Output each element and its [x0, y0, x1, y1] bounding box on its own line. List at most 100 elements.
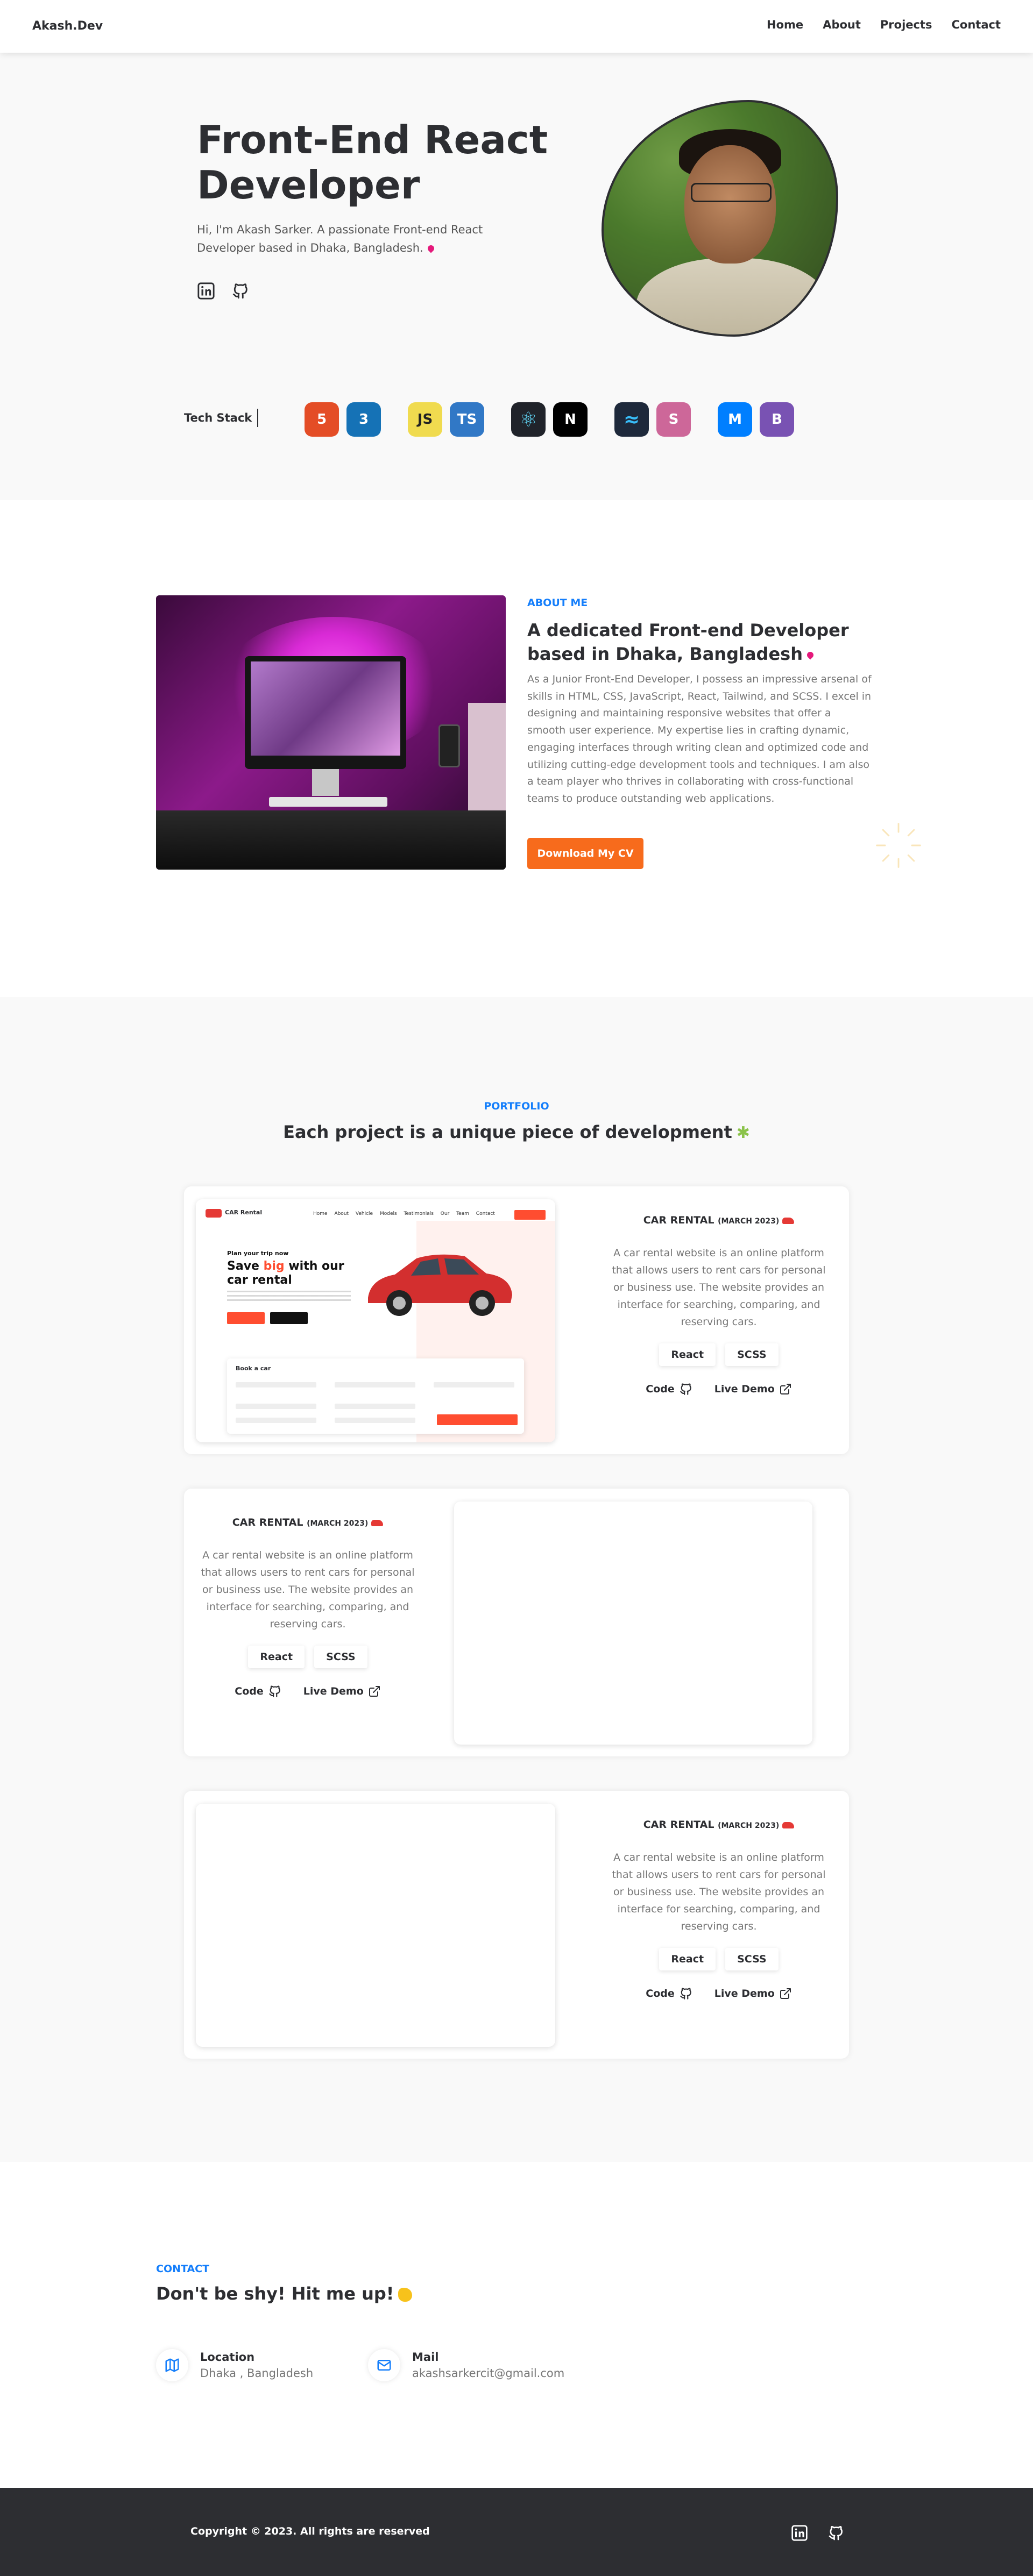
location-value: Dhaka , Bangladesh [200, 2367, 314, 2380]
project-links: Code Live Demo [606, 1382, 832, 1396]
project-screenshot[interactable] [454, 1502, 812, 1745]
hero-intro: Hi, I'm Akash Sarker. A passionate Front… [197, 220, 509, 257]
contact-title: Don't be shy! Hit me up! [156, 2283, 413, 2304]
code-link[interactable]: Code [235, 1684, 281, 1698]
react-icon: ⚛ [511, 402, 546, 437]
hero-section: Front-End React Developer Hi, I'm Akash … [0, 53, 1033, 500]
contact-location: Location Dhaka , Bangladesh [156, 2349, 313, 2381]
tech-stack-icons: 5 3 JS TS ⚛ N ≈ S M B [305, 402, 821, 437]
project-title-text: CAR RENTAL [232, 1517, 303, 1528]
hero-intro-text: Hi, I'm Akash Sarker. A passionate Front… [197, 223, 483, 254]
car-icon [782, 1821, 795, 1828]
portfolio-title: Each project is a unique piece of develo… [0, 1122, 1033, 1142]
footer: Copyright © 2023. All rights are reserve… [0, 2488, 1033, 2576]
nextjs-icon: N [553, 402, 588, 437]
project-title-text: CAR RENTAL [643, 1819, 714, 1831]
stack-chip: SCSS [314, 1646, 367, 1668]
sass-icon: S [656, 402, 691, 437]
project-description: A car rental website is an online platfo… [612, 1247, 826, 1328]
tech-stack-divider [257, 409, 258, 427]
pin-icon [426, 244, 436, 253]
github-icon[interactable] [827, 2524, 845, 2542]
mui-icon: M [718, 402, 752, 437]
external-link-icon [780, 1988, 791, 1999]
github-icon [680, 1383, 691, 1395]
project-info: CAR RENTAL (MARCH 2023) A car rental web… [606, 1819, 832, 2001]
project-info: CAR RENTAL (MARCH 2023) A car rental web… [195, 1517, 421, 1698]
map-icon [156, 2349, 188, 2381]
project-screenshot[interactable]: CAR Rental Home About Vehicle Models Tes… [196, 1199, 555, 1442]
contact-eyebrow: CONTACT [156, 2263, 210, 2275]
car-icon [782, 1217, 795, 1224]
live-demo-label: Live Demo [303, 1685, 364, 1697]
project-card: CAR RENTAL (MARCH 2023) A car rental web… [184, 1791, 849, 2059]
live-demo-link[interactable]: Live Demo [303, 1684, 381, 1698]
red-car-illustration-icon [368, 1254, 512, 1316]
project-links: Code Live Demo [606, 1987, 832, 2001]
live-demo-link[interactable]: Live Demo [714, 1382, 792, 1396]
linkedin-icon[interactable] [197, 282, 215, 300]
tailwind-icon: ≈ [614, 402, 649, 437]
code-link-label: Code [646, 1988, 675, 1999]
mockup-navbar: CAR Rental Home About Vehicle Models Tes… [206, 1209, 546, 1224]
profile-photo [602, 100, 838, 337]
nav-link-home[interactable]: Home [767, 18, 803, 31]
sunburst-decoration-icon [876, 823, 921, 868]
mockup-headline: Save big with our car rental [227, 1259, 362, 1287]
portfolio-section: PORTFOLIO Each project is a unique piece… [0, 997, 1033, 2162]
avatar [602, 100, 838, 337]
nav-link-projects[interactable]: Projects [880, 18, 932, 31]
javascript-icon: JS [408, 402, 442, 437]
css3-icon: 3 [346, 402, 381, 437]
mockup-signup-button [514, 1210, 546, 1220]
project-links: Code Live Demo [195, 1684, 421, 1698]
pin-icon [805, 650, 815, 660]
hero-title: Front-End React Developer [197, 117, 574, 208]
project-stack: React SCSS [606, 1343, 832, 1366]
brand-logo[interactable]: Akash.Dev [32, 19, 103, 33]
project-card: CAR RENTAL (MARCH 2023) A car rental web… [184, 1489, 849, 1756]
mockup-menu: Home About Vehicle Models Testimonials O… [313, 1211, 495, 1216]
code-link[interactable]: Code [646, 1382, 692, 1396]
code-link-label: Code [235, 1685, 264, 1697]
github-icon [268, 1685, 280, 1697]
stack-chip: React [659, 1948, 716, 1970]
github-icon[interactable] [231, 282, 250, 300]
typescript-icon: TS [450, 402, 484, 437]
linkedin-icon[interactable] [791, 2524, 808, 2542]
live-demo-link[interactable]: Live Demo [714, 1987, 792, 2001]
about-text: As a Junior Front-End Developer, I posse… [527, 673, 872, 805]
download-cv-button[interactable]: Download My CV [527, 838, 643, 869]
hero-social-links [197, 282, 250, 300]
live-demo-label: Live Demo [714, 1383, 775, 1395]
mail-value[interactable]: akashsarkercit@gmail.com [412, 2367, 564, 2380]
copyright-text: Copyright © 2023. All rights are reserve… [190, 2525, 430, 2537]
project-stack: React SCSS [606, 1948, 832, 1970]
about-title-text: A dedicated Front-end Developer based in… [527, 620, 849, 664]
live-demo-label: Live Demo [714, 1988, 775, 1999]
car-icon [371, 1519, 384, 1526]
external-link-icon [369, 1686, 380, 1697]
tech-group: M B [718, 402, 794, 437]
mockup-brand: CAR Rental [225, 1209, 263, 1216]
code-link-label: Code [646, 1383, 675, 1395]
code-link[interactable]: Code [646, 1987, 692, 2001]
mockup-headline-pre: Save [227, 1259, 264, 1273]
mail-label: Mail [412, 2351, 439, 2364]
nav-link-about[interactable]: About [823, 18, 861, 31]
github-icon [680, 1988, 691, 1999]
location-label: Location [200, 2351, 255, 2364]
nav-link-contact[interactable]: Contact [952, 18, 1001, 31]
mockup-booking-title: Book a car [236, 1365, 271, 1372]
html5-icon: 5 [305, 402, 339, 437]
contact-title-text: Don't be shy! Hit me up! [156, 2283, 394, 2304]
top-navbar: Akash.Dev Home About Projects Contact [0, 0, 1033, 53]
project-screenshot[interactable] [196, 1804, 555, 2047]
stack-chip: React [248, 1646, 305, 1668]
project-description: A car rental website is an online platfo… [201, 1549, 415, 1630]
project-title-text: CAR RENTAL [643, 1214, 714, 1226]
mockup-headline-accent: big [263, 1259, 285, 1273]
nav-links: Home About Projects Contact [767, 18, 1001, 31]
portfolio-eyebrow: PORTFOLIO [484, 1100, 549, 1112]
footer-social-links [791, 2524, 845, 2542]
